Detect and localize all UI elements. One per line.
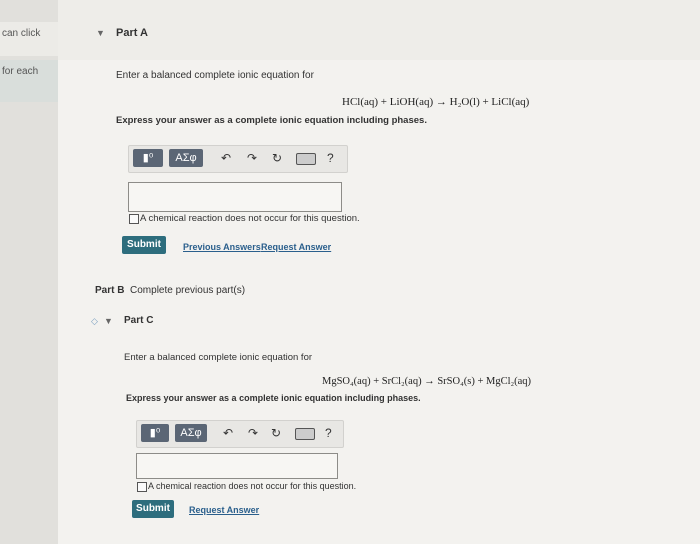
part-a-prompt: Enter a balanced complete ionic equation… <box>116 70 314 81</box>
part-b-status: Complete previous part(s) <box>130 285 246 296</box>
part-a-collapse-chevron-icon[interactable]: ▼ <box>96 28 105 38</box>
redo-icon[interactable]: ↷ <box>248 426 258 440</box>
part-a-equation: HCl(aq) + LiOH(aq) → H₂O(l) + LiCl(aq) <box>342 96 530 108</box>
part-c-collapse-chevron-icon[interactable]: ▼ <box>104 316 113 326</box>
part-a-answer-input[interactable] <box>128 182 342 212</box>
help-button[interactable]: ? <box>327 151 334 165</box>
part-a-submit-button[interactable]: Submit <box>122 236 166 254</box>
greek-symbols-button[interactable]: ΑΣφ <box>175 424 207 442</box>
part-a-no-reaction-checkbox[interactable] <box>129 214 139 224</box>
part-b-label: Part B <box>95 285 125 296</box>
undo-icon[interactable]: ↶ <box>223 426 233 440</box>
sidebar-note-2: for each <box>0 60 58 102</box>
part-b-row[interactable]: Part B Complete previous part(s) <box>95 285 245 296</box>
part-a-previous-answers-link[interactable]: Previous Answers <box>183 242 261 252</box>
sidebar-note-2-text: for each <box>2 66 39 77</box>
keyboard-icon[interactable] <box>296 153 316 165</box>
part-c-submit-button[interactable]: Submit <box>132 500 174 518</box>
sidebar-note-1-text: can click <box>2 28 41 39</box>
part-c-equation: MgSO₄(aq) + SrCl₂(aq) → SrSO₄(s) + MgCl₂… <box>322 376 532 387</box>
part-c-prompt: Enter a balanced complete ionic equation… <box>124 352 313 363</box>
keyboard-icon[interactable] <box>295 428 315 440</box>
reset-icon[interactable]: ↻ <box>272 151 282 165</box>
reset-icon[interactable]: ↻ <box>271 426 281 440</box>
template-icon[interactable]: ▮⁰ <box>133 149 163 167</box>
part-c-status-icon: ◇ <box>91 316 98 326</box>
part-a-header-band <box>58 0 700 60</box>
part-a-no-reaction-label: A chemical reaction does not occur for t… <box>140 213 360 224</box>
undo-icon[interactable]: ↶ <box>221 151 231 165</box>
template-icon[interactable]: ▮⁰ <box>141 424 169 442</box>
part-c-no-reaction-checkbox[interactable] <box>137 482 147 492</box>
part-c-title[interactable]: Part C <box>124 315 153 326</box>
part-c-request-answer-link[interactable]: Request Answer <box>189 505 259 515</box>
part-a-title[interactable]: Part A <box>116 27 148 39</box>
part-c-math-toolbar: ▮⁰ ΑΣφ ↶ ↷ ↻ ? <box>136 420 344 448</box>
help-button[interactable]: ? <box>325 426 332 440</box>
part-a-math-toolbar: ▮⁰ ΑΣφ ↶ ↷ ↻ ? <box>128 145 348 173</box>
sidebar-note-1: can click <box>0 22 58 56</box>
part-a-instructions: Express your answer as a complete ionic … <box>116 115 427 126</box>
part-c-answer-input[interactable] <box>136 453 338 479</box>
part-c-instructions: Express your answer as a complete ionic … <box>126 393 421 403</box>
greek-symbols-button[interactable]: ΑΣφ <box>169 149 203 167</box>
part-a-request-answer-link[interactable]: Request Answer <box>261 242 331 252</box>
part-c-no-reaction-label: A chemical reaction does not occur for t… <box>148 481 357 491</box>
redo-icon[interactable]: ↷ <box>247 151 257 165</box>
